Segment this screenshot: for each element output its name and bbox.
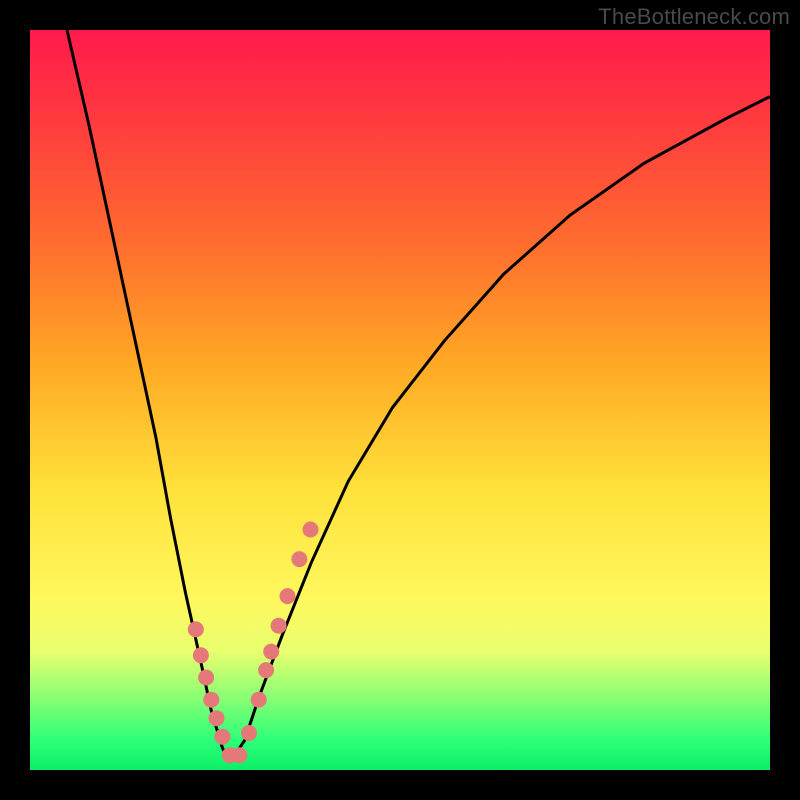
data-dot [258, 662, 274, 678]
watermark-text: TheBottleneck.com [598, 4, 790, 30]
data-dot [193, 647, 209, 663]
data-dot [188, 621, 204, 637]
curve-group [67, 30, 770, 763]
chart-plot-area [30, 30, 770, 770]
data-dot [214, 729, 230, 745]
data-dot [209, 710, 225, 726]
data-dot [198, 670, 214, 686]
data-dot [280, 588, 296, 604]
chart-svg [30, 30, 770, 770]
data-dot [203, 692, 219, 708]
data-dot [291, 551, 307, 567]
data-dot [271, 618, 287, 634]
data-dot [303, 522, 319, 538]
dots-group [188, 522, 319, 764]
data-dot [263, 644, 279, 660]
data-dot [251, 692, 267, 708]
data-dot [241, 725, 257, 741]
data-dot [231, 747, 247, 763]
curve-right-branch [230, 97, 770, 763]
chart-frame: TheBottleneck.com [0, 0, 800, 800]
